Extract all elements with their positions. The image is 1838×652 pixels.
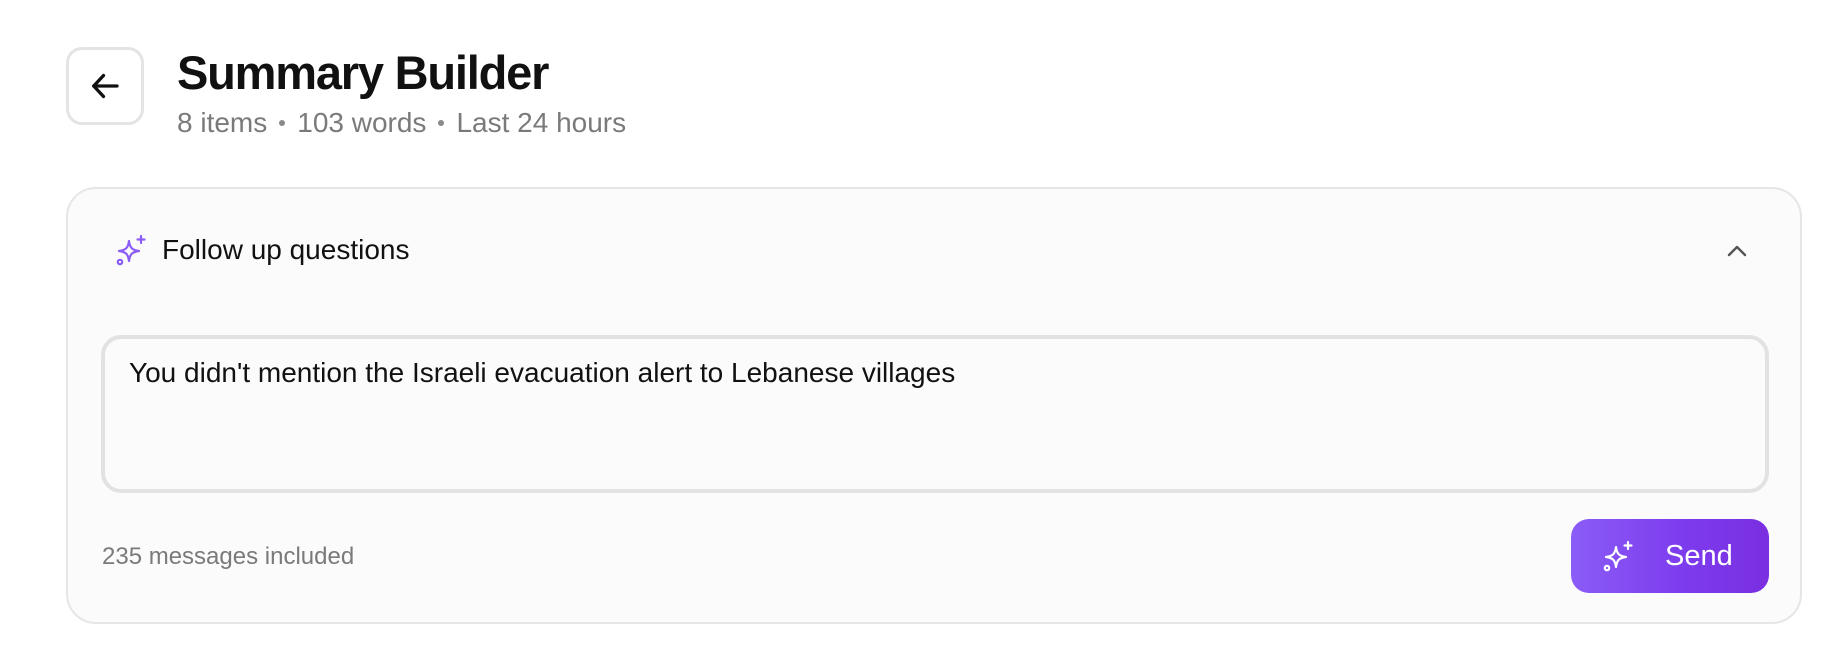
item-count: 8 items xyxy=(177,107,268,138)
page-title: Summary Builder xyxy=(177,46,549,99)
summary-meta: 8 items 103 words Last 24 hours xyxy=(177,105,626,141)
follow-up-card: Follow up questions You didn't mention t… xyxy=(66,187,1802,624)
page: Summary Builder 8 items 103 words Last 2… xyxy=(0,0,1838,652)
time-range: Last 24 hours xyxy=(456,107,627,138)
sparkle-icon xyxy=(1601,539,1635,573)
follow-up-input[interactable]: You didn't mention the Israeli evacuatio… xyxy=(101,335,1769,493)
word-count: 103 words xyxy=(297,107,427,138)
back-button[interactable] xyxy=(66,47,144,125)
title-block: Summary Builder 8 items 103 words Last 2… xyxy=(177,43,626,141)
follow-up-header: Follow up questions xyxy=(114,233,409,267)
send-button[interactable]: Send xyxy=(1571,519,1769,593)
messages-included-label: 235 messages included xyxy=(102,543,355,570)
chevron-up-icon[interactable] xyxy=(1722,239,1752,263)
follow-up-title: Follow up questions xyxy=(162,234,410,265)
meta-separator xyxy=(279,120,286,126)
send-button-label: Send xyxy=(1665,539,1733,572)
sparkle-icon xyxy=(114,233,148,267)
arrow-left-icon xyxy=(92,73,119,99)
meta-separator xyxy=(438,120,445,126)
header: Summary Builder 8 items 103 words Last 2… xyxy=(66,46,626,141)
